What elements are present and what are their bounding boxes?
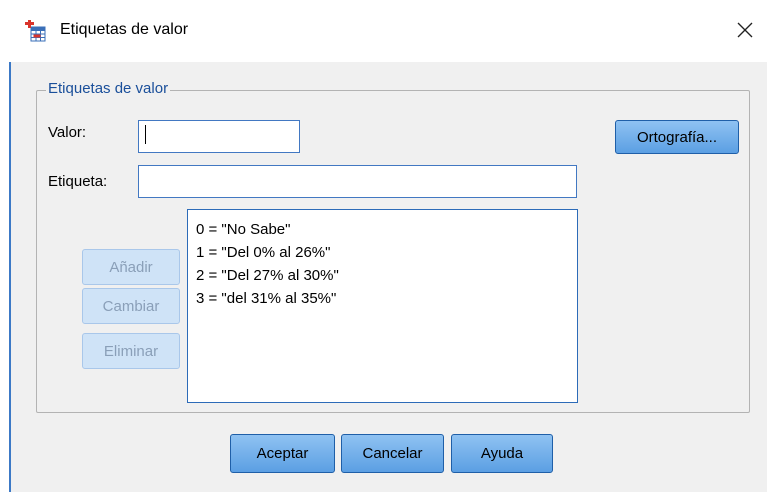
value-labels-list[interactable]: 0 = "No Sabe" 1 = "Del 0% al 26%" 2 = "D… [187,209,578,403]
etiqueta-label: Etiqueta: [48,173,108,190]
list-item[interactable]: 3 = "del 31% al 35%" [196,287,577,310]
ortografia-button[interactable]: Ortografía... [615,120,739,154]
text-caret [145,125,146,144]
list-item[interactable]: 1 = "Del 0% al 26%" [196,241,577,264]
close-icon[interactable] [732,17,758,43]
eliminar-button[interactable]: Eliminar [82,333,180,369]
group-label: Etiquetas de valor [46,80,171,98]
valor-input[interactable] [138,120,300,153]
valor-label: Valor: [48,124,87,141]
cancelar-button[interactable]: Cancelar [341,434,444,473]
spss-table-icon [24,19,46,42]
window-title: Etiquetas de valor [60,21,189,38]
title-bar: Etiquetas de valor [0,0,767,62]
anadir-button[interactable]: Añadir [82,249,180,285]
ayuda-button[interactable]: Ayuda [451,434,553,473]
list-item[interactable]: 2 = "Del 27% al 30%" [196,264,577,287]
aceptar-button[interactable]: Aceptar [230,434,335,473]
cambiar-button[interactable]: Cambiar [82,288,180,324]
etiqueta-input[interactable] [138,165,577,198]
list-item[interactable]: 0 = "No Sabe" [196,218,577,241]
